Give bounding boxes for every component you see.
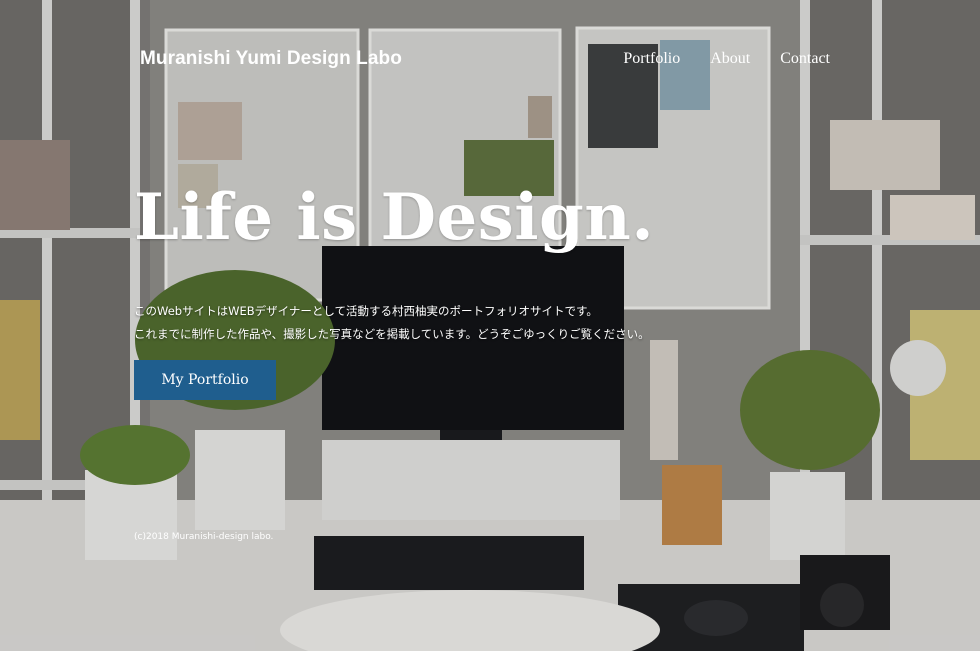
copyright-text: (c)2018 Muranishi-design labo. — [134, 532, 274, 542]
hero-section: Muranishi Yumi Design Labo Portfolio Abo… — [0, 0, 980, 651]
nav-contact-link[interactable]: Contact — [780, 50, 830, 68]
description-line-1: このWebサイトはWEBデザイナーとして活動する村西柚実のポートフォリオサイトで… — [134, 304, 598, 318]
main-navigation: Portfolio About Contact — [623, 50, 830, 68]
my-portfolio-button[interactable]: My Portfolio — [134, 360, 276, 400]
hero-headline: Life is Design. — [134, 180, 655, 255]
hero-description: このWebサイトはWEBデザイナーとして活動する村西柚実のポートフォリオサイトで… — [134, 300, 650, 346]
nav-about-link[interactable]: About — [710, 50, 750, 68]
site-logo[interactable]: Muranishi Yumi Design Labo — [140, 48, 402, 70]
nav-portfolio-link[interactable]: Portfolio — [623, 50, 680, 68]
description-line-2: これまでに制作した作品や、撮影した写真などを掲載しています。どうぞごゆっくりご覧… — [134, 327, 650, 341]
